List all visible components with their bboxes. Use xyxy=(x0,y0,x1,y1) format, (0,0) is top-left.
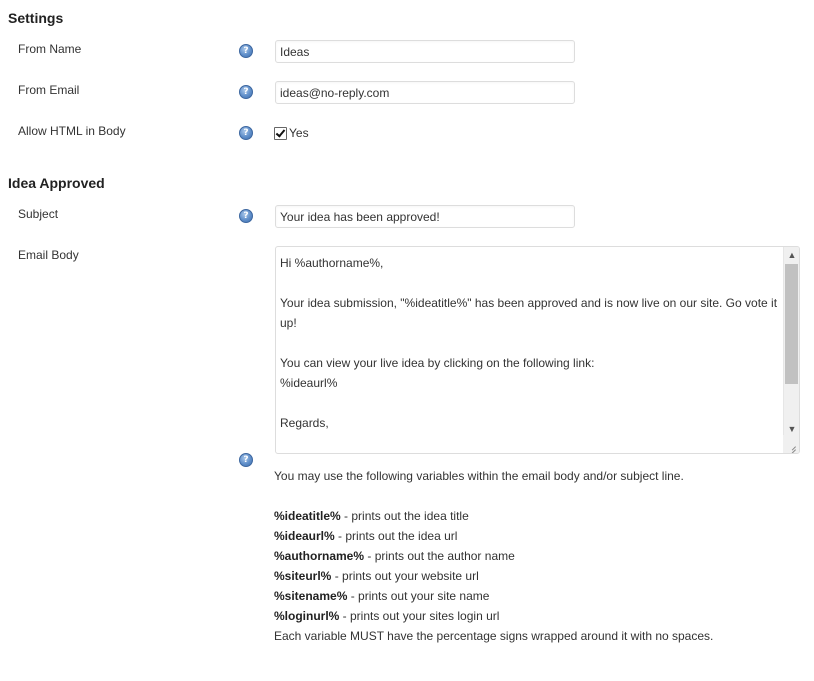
email-body-label: Email Body xyxy=(18,248,79,262)
subject-help-icon[interactable]: ? xyxy=(239,209,253,223)
variable-name: %loginurl% xyxy=(274,609,340,623)
email-body-scrollbar[interactable]: ▲ ▼ xyxy=(783,247,799,437)
checkmark-icon xyxy=(275,126,286,138)
from-email-input[interactable] xyxy=(275,81,575,104)
variable-desc: - prints out the idea url xyxy=(334,529,458,543)
from-name-input[interactable] xyxy=(275,40,575,63)
scroll-thumb[interactable] xyxy=(785,264,798,384)
from-name-label: From Name xyxy=(18,42,82,56)
from-email-label: From Email xyxy=(18,83,80,97)
variable-item: %loginurl% - prints out your sites login… xyxy=(274,606,794,626)
chevron-up-icon[interactable]: ▲ xyxy=(784,247,799,263)
variable-item: %ideaurl% - prints out the idea url xyxy=(274,526,794,546)
variables-help-text: You may use the following variables with… xyxy=(274,466,794,646)
email-body-text[interactable]: Hi %authorname%, Your idea submission, "… xyxy=(280,253,780,433)
email-body-textarea[interactable]: Hi %authorname%, Your idea submission, "… xyxy=(275,246,800,454)
resize-grip-icon[interactable] xyxy=(783,435,799,453)
allow-html-checkbox-group[interactable]: Yes xyxy=(274,126,309,140)
idea-approved-section-title: Idea Approved xyxy=(8,175,105,191)
allow-html-checkbox-label[interactable]: Yes xyxy=(289,126,309,140)
variable-item: %ideatitle% - prints out the idea title xyxy=(274,506,794,526)
variable-desc: - prints out your sites login url xyxy=(339,609,500,623)
variable-item: %sitename% - prints out your site name xyxy=(274,586,794,606)
help-intro: You may use the following variables with… xyxy=(274,469,684,483)
subject-label: Subject xyxy=(18,207,59,221)
variable-name: %ideaurl% xyxy=(274,529,335,543)
allow-html-help-icon[interactable]: ? xyxy=(239,126,253,140)
variable-item: %siteurl% - prints out your website url xyxy=(274,566,794,586)
subject-input[interactable] xyxy=(275,205,575,228)
variable-item: %authorname% - prints out the author nam… xyxy=(274,546,794,566)
variable-name: %siteurl% xyxy=(274,569,332,583)
allow-html-label: Allow HTML in Body xyxy=(18,124,126,138)
from-name-help-icon[interactable]: ? xyxy=(239,44,253,58)
allow-html-checkbox[interactable] xyxy=(274,126,287,140)
variable-desc: - prints out your site name xyxy=(347,589,490,603)
variable-name: %sitename% xyxy=(274,589,348,603)
email-body-help-icon[interactable]: ? xyxy=(239,453,253,467)
variable-name: %authorname% xyxy=(274,549,365,563)
settings-section-title: Settings xyxy=(8,10,64,26)
variables-list: %ideatitle% - prints out the idea title … xyxy=(274,506,794,626)
from-email-help-icon[interactable]: ? xyxy=(239,85,253,99)
variable-desc: - prints out your website url xyxy=(331,569,479,583)
variable-desc: - prints out the author name xyxy=(364,549,515,563)
variable-desc: - prints out the idea title xyxy=(340,509,469,523)
variables-note: Each variable MUST have the percentage s… xyxy=(274,629,714,643)
variable-name: %ideatitle% xyxy=(274,509,341,523)
